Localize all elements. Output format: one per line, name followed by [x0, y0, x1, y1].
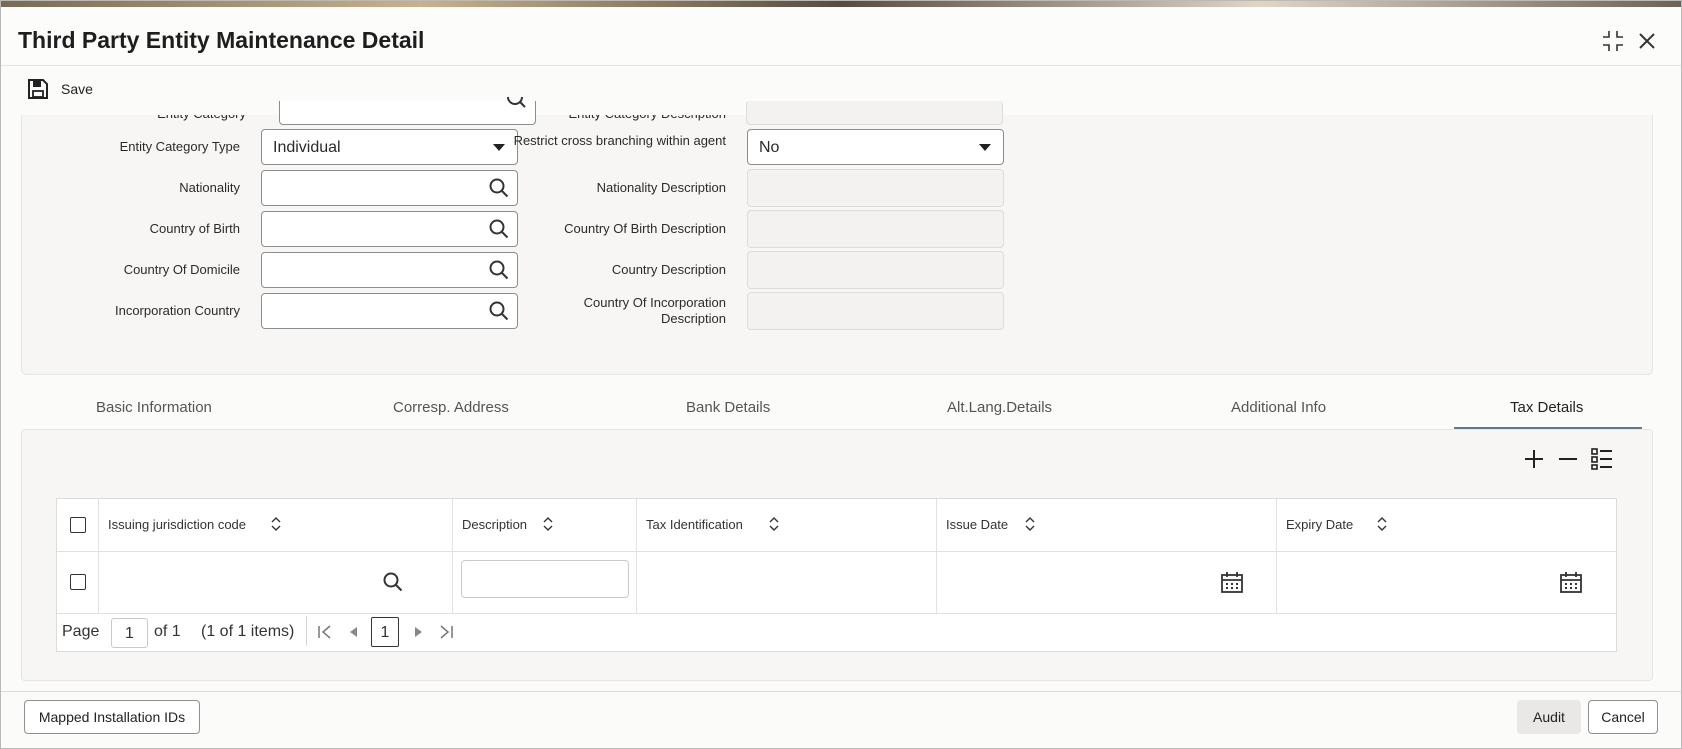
page-label: Page	[62, 623, 100, 640]
country-of-domicile-field[interactable]	[261, 252, 518, 288]
country-of-birth-label: Country of Birth	[149, 221, 240, 236]
add-row-icon	[1525, 450, 1543, 468]
tab-bar: Basic Information Corresp. Address Bank …	[21, 387, 1651, 430]
search-icon[interactable]	[489, 301, 509, 321]
country-desc-label: Country Description	[611, 262, 726, 277]
maximize-button[interactable]	[1601, 29, 1625, 53]
calendar-icon[interactable]	[1560, 571, 1582, 593]
country-of-domicile-label: Country Of Domicile	[123, 262, 240, 277]
country-of-birth-desc-label: Country Of Birth Description	[564, 221, 726, 236]
footer-bar: Mapped Installation IDs Audit Cancel	[1, 691, 1681, 748]
tax-details-grid: Issuing jurisdiction code Description Ta…	[56, 498, 1617, 652]
close-button[interactable]	[1635, 29, 1659, 53]
cancel-button[interactable]: Cancel	[1588, 700, 1658, 734]
single-view-button[interactable]	[1589, 446, 1615, 472]
current-page-button[interactable]: 1	[371, 617, 399, 647]
pagination-bar: Page 1 of 1 (1 of 1 items) 1	[57, 612, 1616, 651]
column-header-issuing-jurisdiction[interactable]: Issuing jurisdiction code	[99, 499, 453, 551]
nationality-desc-field	[747, 169, 1004, 207]
page-title: Third Party Entity Maintenance Detail	[18, 27, 425, 53]
page-number-input[interactable]: 1	[111, 618, 148, 648]
save-icon	[28, 79, 48, 99]
issuing-jurisdiction-cell[interactable]	[99, 552, 453, 613]
description-input[interactable]	[461, 560, 629, 598]
description-cell	[453, 552, 637, 613]
row-checkbox[interactable]	[70, 574, 86, 590]
tax-details-panel: Issuing jurisdiction code Description Ta…	[21, 429, 1653, 681]
entity-category-type-select[interactable]: Individual	[261, 129, 518, 165]
issue-date-cell[interactable]	[937, 552, 1277, 613]
dropdown-arrow-icon	[493, 144, 505, 151]
search-icon[interactable]	[383, 572, 403, 592]
nationality-label: Nationality	[179, 180, 240, 195]
audit-button[interactable]: Audit	[1517, 700, 1581, 734]
restrict-cross-branching-label: Restrict cross branching within agent	[513, 133, 726, 148]
dropdown-arrow-icon	[979, 144, 991, 151]
last-page-icon[interactable]	[439, 625, 453, 639]
add-row-button[interactable]	[1521, 446, 1547, 472]
mapped-installation-ids-button[interactable]: Mapped Installation IDs	[24, 700, 200, 734]
next-page-icon[interactable]	[414, 627, 422, 637]
prev-page-icon[interactable]	[350, 627, 358, 637]
delete-row-button[interactable]	[1555, 446, 1581, 472]
column-label: Description	[462, 517, 528, 532]
entity-form-panel: Entity Category Entity Category Descript…	[21, 97, 1653, 375]
column-label: Issuing jurisdiction code	[108, 517, 247, 532]
table-row	[57, 551, 1616, 614]
sort-icon[interactable]	[769, 517, 779, 531]
incorporation-desc-field	[747, 292, 1004, 330]
dialog-window: Third Party Entity Maintenance Detail Sa…	[0, 0, 1682, 749]
tab-corresp-address[interactable]: Corresp. Address	[393, 399, 509, 416]
entity-category-desc-field	[746, 101, 1003, 125]
close-icon	[1639, 33, 1655, 49]
items-count: (1 of 1 items)	[201, 623, 295, 640]
country-desc-field	[747, 251, 1004, 289]
save-label: Save	[61, 81, 93, 97]
page-of-label: of 1	[154, 623, 181, 640]
column-label: Expiry Date	[1286, 517, 1354, 532]
nationality-desc-label: Nationality Description	[596, 180, 726, 195]
delete-row-icon	[1559, 458, 1577, 460]
sort-icon[interactable]	[1377, 517, 1387, 531]
header-select-cell	[57, 499, 99, 551]
tab-alt-lang-details[interactable]: Alt.Lang.Details	[947, 399, 1052, 416]
search-icon[interactable]	[507, 97, 527, 109]
expiry-date-cell[interactable]	[1277, 552, 1616, 613]
tab-basic-information[interactable]: Basic Information	[96, 399, 212, 416]
country-of-birth-field[interactable]	[261, 211, 518, 247]
title-bar: Third Party Entity Maintenance Detail	[1, 7, 1681, 65]
column-header-description[interactable]: Description	[453, 499, 637, 551]
column-header-issue-date[interactable]: Issue Date	[937, 499, 1277, 551]
sort-icon[interactable]	[1025, 517, 1035, 531]
tab-bank-details[interactable]: Bank Details	[686, 399, 770, 416]
first-page-icon[interactable]	[318, 625, 332, 639]
column-label: Tax Identification	[646, 517, 743, 532]
column-header-tax-identification[interactable]: Tax Identification	[637, 499, 937, 551]
incorporation-desc-label: Country Of Incorporation Description	[583, 295, 726, 326]
select-all-checkbox[interactable]	[70, 517, 86, 533]
restrict-cross-branching-value: No	[759, 139, 780, 156]
single-view-icon	[1591, 448, 1612, 470]
save-button[interactable]: Save	[27, 78, 93, 100]
restrict-cross-branching-select[interactable]: No	[747, 129, 1004, 165]
column-header-expiry-date[interactable]: Expiry Date	[1277, 499, 1616, 551]
entity-category-type-label: Entity Category Type	[119, 139, 240, 154]
entity-category-type-value: Individual	[273, 139, 341, 156]
tax-identification-cell[interactable]	[637, 552, 937, 613]
column-label: Issue Date	[946, 517, 1009, 532]
tab-additional-info[interactable]: Additional Info	[1231, 399, 1326, 416]
tab-tax-details[interactable]: Tax Details	[1510, 399, 1583, 416]
sort-icon[interactable]	[543, 517, 553, 531]
nationality-field[interactable]	[261, 170, 518, 206]
country-of-birth-desc-field	[747, 210, 1004, 248]
incorporation-country-label: Incorporation Country	[114, 303, 240, 318]
pager-divider	[306, 616, 307, 646]
maximize-icon	[1603, 31, 1623, 51]
calendar-icon[interactable]	[1221, 571, 1243, 593]
row-select-cell	[57, 552, 99, 613]
incorporation-country-field[interactable]	[261, 293, 518, 329]
sort-icon[interactable]	[271, 517, 281, 531]
